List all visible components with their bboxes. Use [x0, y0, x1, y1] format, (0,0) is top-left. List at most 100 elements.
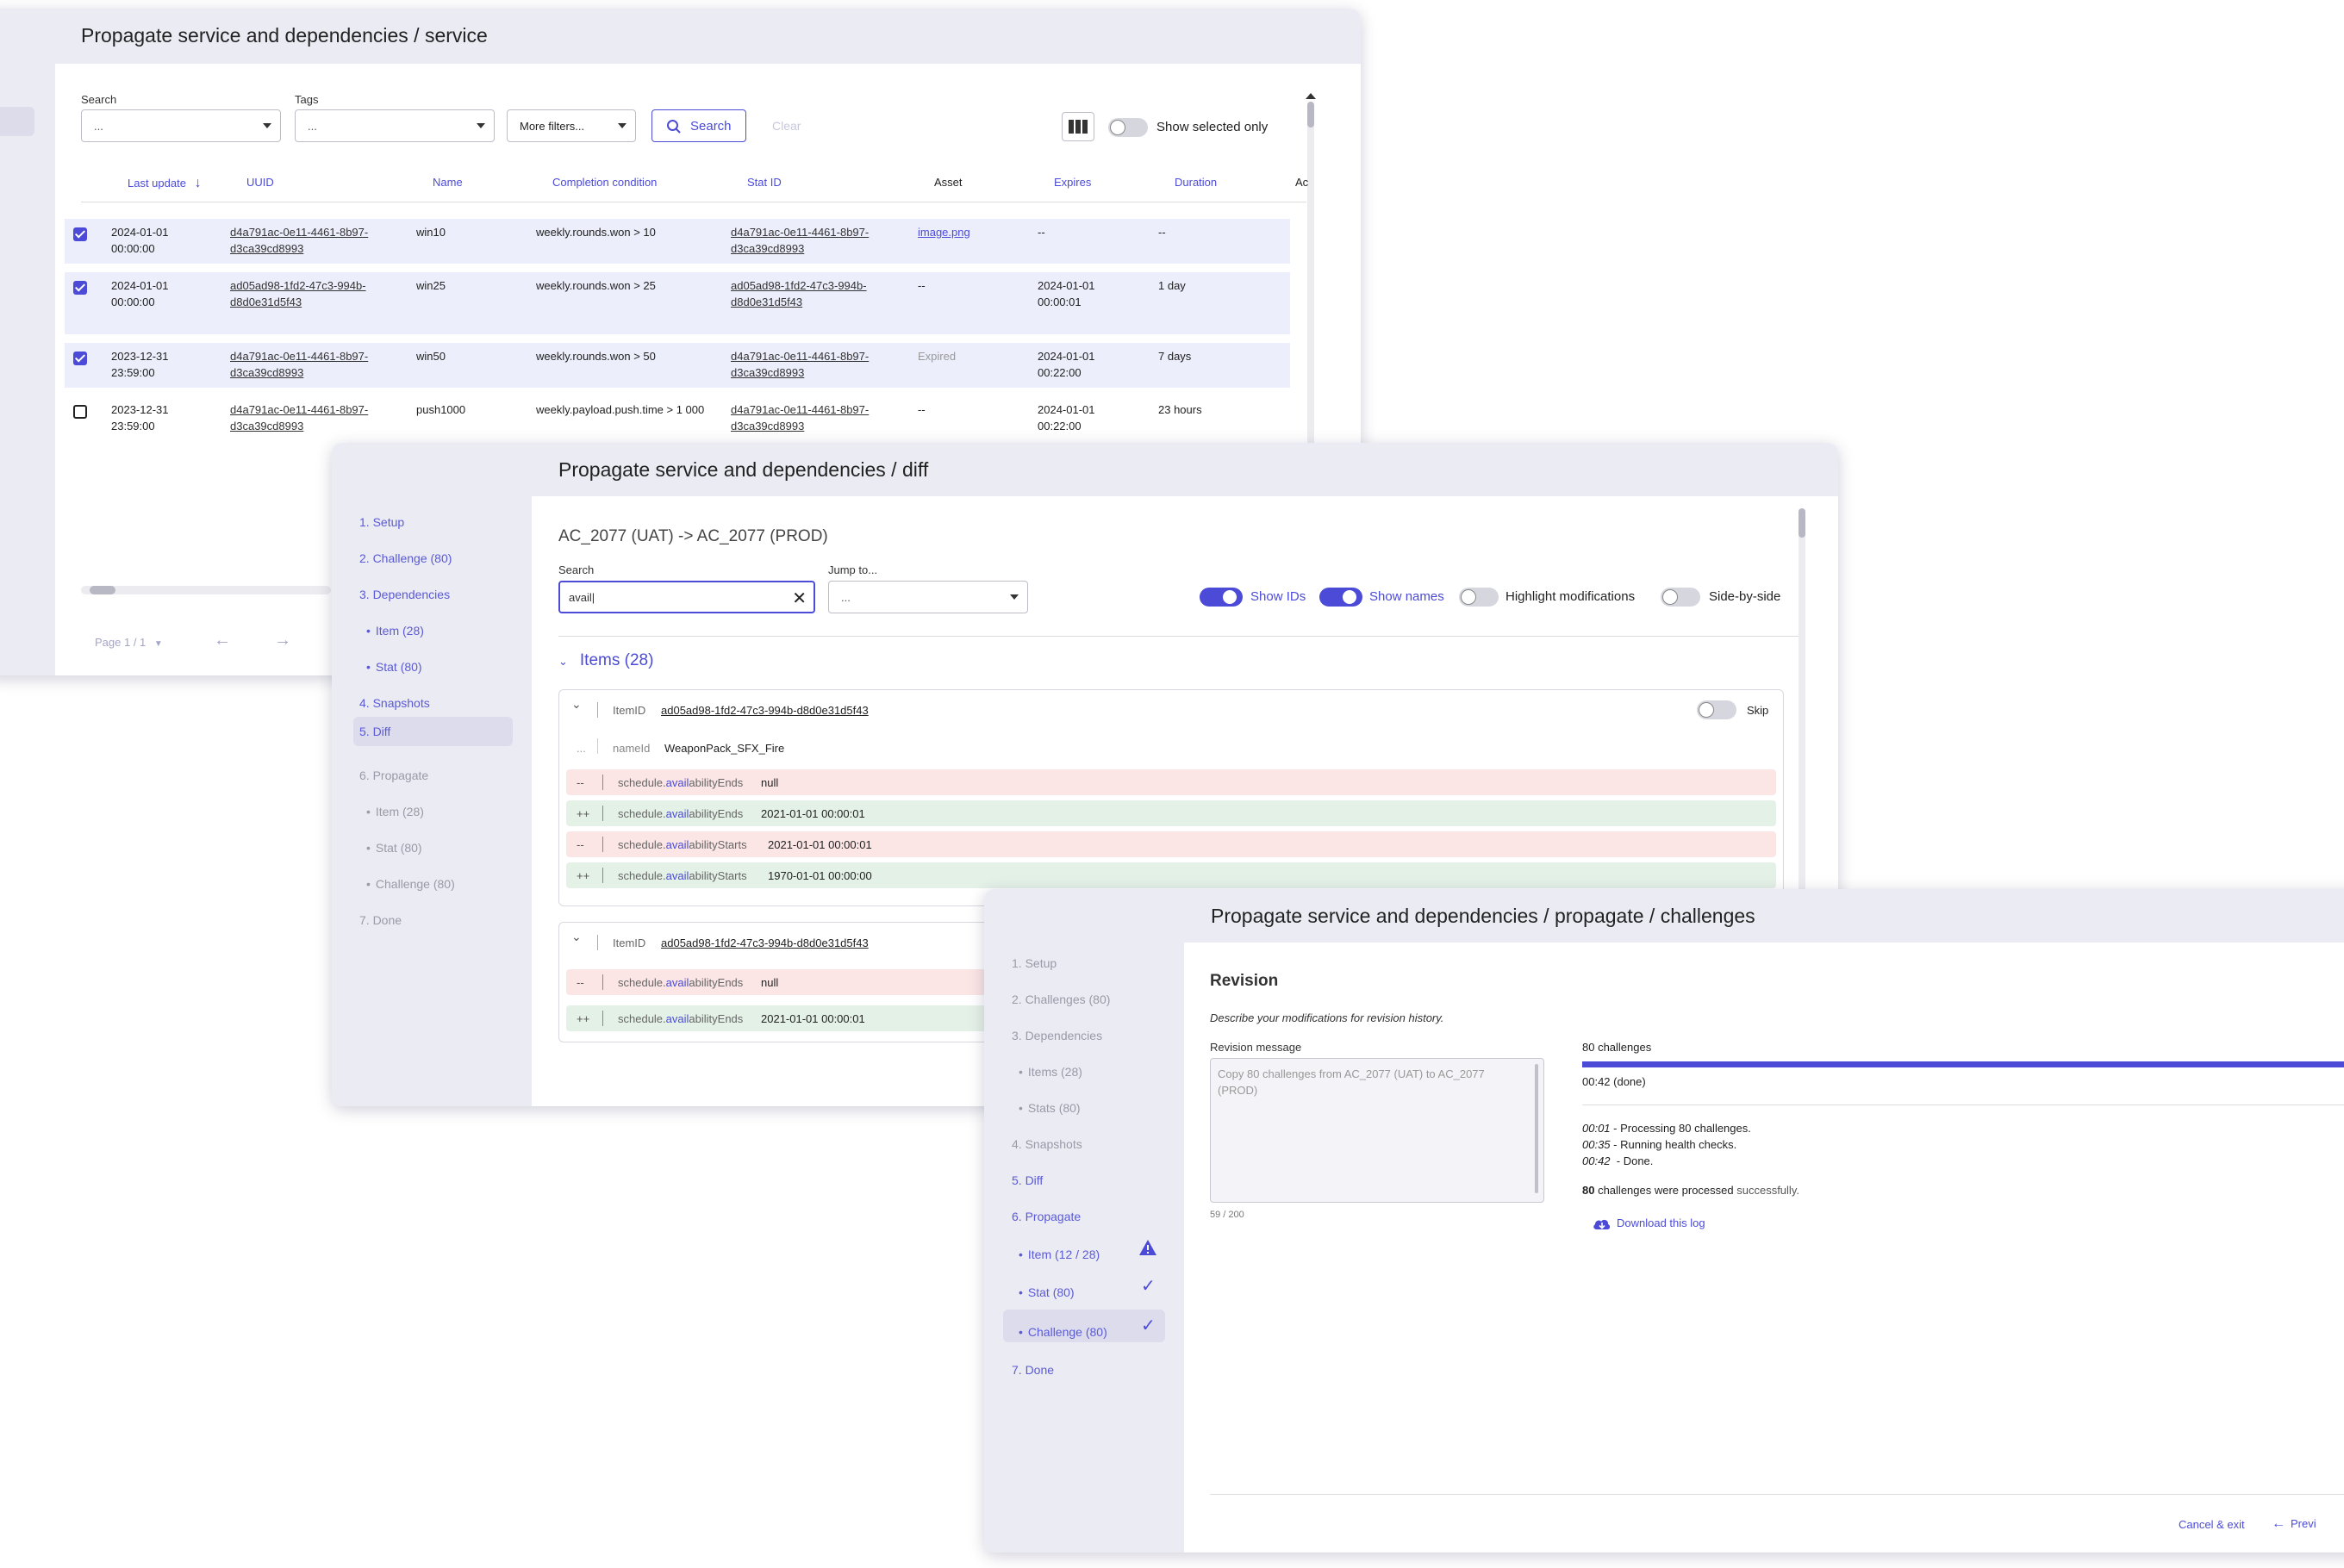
step-item[interactable]: 4. Snapshots — [359, 696, 430, 710]
step-item[interactable]: Stat (80) — [366, 660, 422, 674]
row-checkbox[interactable] — [73, 281, 87, 295]
table-row[interactable]: 2023-12-31 23:59:00 d4a791ac-0e11-4461-8b9… — [65, 343, 1290, 388]
step-item[interactable]: 2. Challenges (80) — [1012, 992, 1110, 1006]
item-id-value[interactable]: ad05ad98-1fd2-47c3-994b-d8d0e31d5f43 — [661, 704, 869, 717]
step-item[interactable]: Item (28) — [366, 624, 424, 638]
step-item[interactable]: 6. Propagate — [359, 768, 428, 782]
table-row[interactable]: 2024-01-01 00:00:00 ad05ad98-1fd2-47c3-994… — [65, 272, 1290, 334]
step-item[interactable]: Stat (80) — [366, 841, 422, 855]
search-select[interactable]: ... — [81, 109, 281, 142]
cancel-exit-button[interactable]: Cancel & exit — [2179, 1518, 2245, 1531]
step-item[interactable]: Challenge (80) — [1019, 1325, 1107, 1339]
duration-cell: 23 hours — [1158, 403, 1202, 416]
highlight-modifications-toggle[interactable] — [1459, 588, 1499, 607]
arrow-right-icon[interactable]: → — [274, 631, 291, 650]
horizontal-scrollbar[interactable] — [81, 586, 331, 594]
tags-select[interactable]: ... — [295, 109, 495, 142]
item-id-value[interactable]: ad05ad98-1fd2-47c3-994b-d8d0e31d5f43 — [661, 936, 869, 949]
step-item[interactable]: Item (12 / 28) — [1019, 1248, 1100, 1261]
chevron-down-icon[interactable]: ⌄ — [571, 697, 582, 712]
diff-search-input[interactable]: avail| ✕ — [558, 581, 815, 613]
revision-description: Describe your modifications for revision… — [1210, 1011, 1444, 1024]
step-item[interactable]: Stats (80) — [1019, 1101, 1081, 1115]
column-header-condition[interactable]: Completion condition — [552, 176, 657, 189]
step-item[interactable]: 5. Diff — [1012, 1173, 1043, 1187]
stat-id-cell[interactable]: ad05ad98-1fd2-47c3-994b-d8d0e31d5f43 — [731, 277, 867, 310]
columns-button[interactable] — [1062, 112, 1094, 141]
propagate-window-titlebar: Propagate service and dependencies / pro… — [984, 889, 2344, 943]
clear-button[interactable]: Clear — [772, 119, 801, 133]
column-header-duration[interactable]: Duration — [1175, 176, 1217, 189]
service-window-sidebar — [0, 64, 55, 675]
uuid-cell[interactable]: ad05ad98-1fd2-47c3-994b-d8d0e31d5f43 — [230, 277, 366, 310]
step-item[interactable]: 3. Dependencies — [1012, 1029, 1102, 1042]
diff-removed-line: -- schedule.availabilityStarts 2021-01-01 … — [566, 831, 1776, 857]
diff-bar — [602, 1011, 603, 1026]
uuid-cell[interactable]: d4a791ac-0e11-4461-8b97- d3ca39cd8993 — [230, 401, 368, 434]
last-update-cell: 2023-12-31 23:59:00 — [111, 350, 169, 379]
column-header-uuid[interactable]: UUID — [246, 176, 274, 189]
step-item[interactable]: Item (28) — [366, 805, 424, 818]
step-item[interactable]: 1. Setup — [1012, 956, 1057, 970]
scroll-up-arrow[interactable] — [1306, 93, 1316, 99]
diff-key: schedule.availabilityStarts — [618, 838, 747, 851]
context-divider — [597, 738, 598, 754]
horizontal-scrollbar-thumb[interactable] — [90, 586, 115, 594]
arrow-left-icon[interactable]: ← — [214, 631, 231, 650]
items-section-toggle[interactable]: ⌄ Items (28) — [558, 651, 653, 670]
show-names-toggle[interactable] — [1319, 588, 1362, 607]
step-item[interactable]: 6. Propagate — [1012, 1210, 1081, 1223]
sidebar-active-item[interactable] — [0, 107, 34, 136]
column-header-expires[interactable]: Expires — [1054, 176, 1091, 189]
revision-heading: Revision — [1210, 972, 1279, 990]
stat-id-cell[interactable]: d4a791ac-0e11-4461-8b97- d3ca39cd8993 — [731, 401, 869, 434]
diff-sign: -- — [577, 838, 584, 851]
show-selected-only-toggle[interactable] — [1108, 118, 1148, 137]
row-checkbox[interactable] — [73, 352, 87, 365]
textarea-scrollbar[interactable] — [1535, 1064, 1538, 1193]
item-id-label: ItemID — [613, 936, 646, 949]
row-checkbox[interactable] — [73, 405, 87, 419]
asset-cell: -- — [918, 279, 926, 292]
step-item[interactable]: 1. Setup — [359, 515, 404, 529]
column-header-stat-id[interactable]: Stat ID — [747, 176, 782, 189]
propagate-content: Revision Describe your modifications for… — [1184, 943, 2344, 1552]
step-item[interactable]: 7. Done — [359, 913, 402, 927]
uuid-cell[interactable]: d4a791ac-0e11-4461-8b97- d3ca39cd8993 — [230, 348, 368, 381]
column-header-name[interactable]: Name — [433, 176, 463, 189]
chevron-down-icon[interactable]: ⌄ — [571, 930, 582, 944]
step-item[interactable]: 4. Snapshots — [1012, 1137, 1082, 1151]
table-scrollbar-thumb[interactable] — [1307, 102, 1314, 128]
step-item[interactable]: Challenge (80) — [366, 877, 455, 891]
side-by-side-toggle[interactable] — [1661, 588, 1700, 607]
last-update-cell: 2023-12-31 23:59:00 — [111, 403, 169, 432]
search-button[interactable]: Search — [651, 109, 746, 142]
previous-button[interactable]: ← Previ — [2272, 1516, 2316, 1532]
step-item[interactable]: Items (28) — [1019, 1065, 1082, 1079]
skip-toggle[interactable] — [1697, 700, 1736, 719]
asset-cell[interactable]: image.png — [918, 224, 970, 240]
table-row[interactable]: 2023-12-31 23:59:00 d4a791ac-0e11-4461-8b9… — [65, 396, 1290, 441]
step-item[interactable]: 2. Challenge (80) — [359, 551, 452, 565]
revision-message-textarea[interactable]: Copy 80 challenges from AC_2077 (UAT) to… — [1210, 1058, 1544, 1203]
more-filters-select[interactable]: More filters... — [507, 109, 636, 142]
table-row[interactable]: 2024-01-01 00:00:00 d4a791ac-0e11-4461-8b9… — [65, 219, 1290, 264]
diff-scrollbar-thumb[interactable] — [1799, 508, 1805, 538]
name-cell: win50 — [416, 350, 446, 363]
uuid-cell[interactable]: d4a791ac-0e11-4461-8b97- d3ca39cd8993 — [230, 224, 368, 257]
column-header-last-update[interactable]: Last update ↓ — [128, 176, 202, 191]
row-checkbox[interactable] — [73, 227, 87, 241]
search-button-label: Search — [690, 119, 732, 134]
step-item[interactable]: 5. Diff — [359, 725, 390, 738]
close-icon[interactable]: ✕ — [792, 588, 807, 609]
download-log-button[interactable]: Download this log — [1593, 1216, 1705, 1231]
jump-to-select[interactable]: ... — [828, 581, 1028, 613]
stat-id-cell[interactable]: d4a791ac-0e11-4461-8b97- d3ca39cd8993 — [731, 348, 869, 381]
expires-cell: -- — [1038, 226, 1045, 239]
pagination[interactable]: Page 1 / 1 ▼ — [95, 636, 163, 649]
stat-id-cell[interactable]: d4a791ac-0e11-4461-8b97- d3ca39cd8993 — [731, 224, 869, 257]
step-item[interactable]: 7. Done — [1012, 1363, 1054, 1377]
step-item[interactable]: 3. Dependencies — [359, 588, 450, 601]
show-ids-toggle[interactable] — [1200, 588, 1243, 607]
step-item[interactable]: Stat (80) — [1019, 1285, 1075, 1299]
